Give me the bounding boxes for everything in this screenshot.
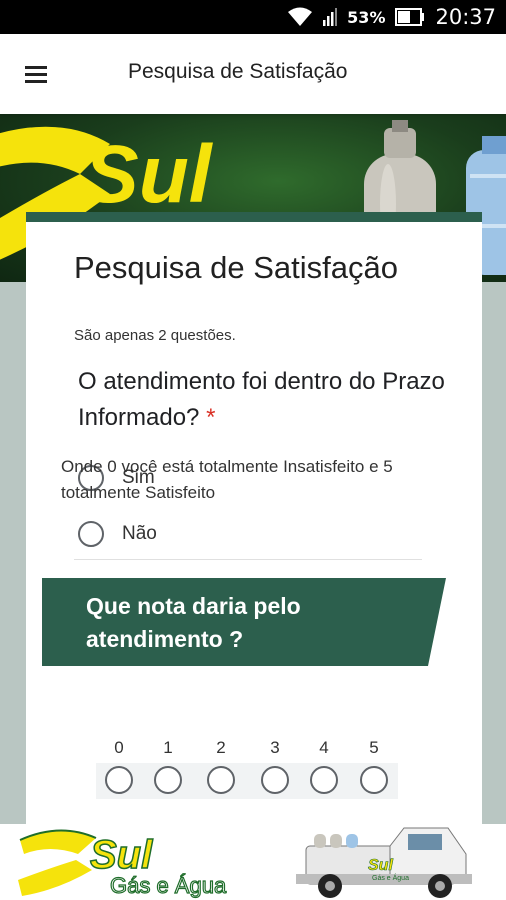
wifi-icon [288, 7, 313, 26]
scale-label-2: 2 [216, 738, 226, 757]
form-card: Pesquisa de Satisfação São apenas 2 ques… [26, 212, 482, 824]
scale-radio-1[interactable] [154, 766, 182, 794]
battery-icon [395, 8, 425, 26]
section-header: Que nota daria pelo atendimento ? [42, 578, 446, 666]
form-title: Pesquisa de Satisfação [74, 250, 398, 285]
app-bar-title: Pesquisa de Satisfação [128, 60, 348, 83]
section-title: Que nota daria pelo atendimento ? [86, 593, 301, 652]
question-title: O atendimento foi dentro do Prazo Inform… [78, 364, 448, 436]
app-bar: Pesquisa de Satisfação [0, 34, 506, 114]
banner-brand-text: Sul [84, 129, 214, 220]
footer-brand-text: Sul [90, 833, 153, 877]
truck-logo-subtext: Gás e Água [372, 873, 409, 882]
truck-logo-text: Sul [368, 857, 393, 874]
required-asterisk: * [206, 404, 216, 431]
option-label: Não [122, 523, 157, 544]
scale-radio-2[interactable] [207, 766, 235, 794]
option-nao[interactable]: Não [78, 521, 157, 547]
scale-label-5: 5 [369, 738, 379, 757]
status-bar: 53% 20:37 [0, 0, 506, 34]
signal-icon [323, 8, 338, 26]
scale-radio-0[interactable] [105, 766, 133, 794]
form-description: São apenas 2 questões. [74, 327, 236, 344]
battery-percent: 53% [347, 7, 386, 27]
scale-radio-3[interactable] [261, 766, 289, 794]
scale-label-3: 3 [270, 738, 280, 757]
delivery-truck-icon: Sul Gás e Água [296, 827, 472, 898]
footer-tagline: Gás e Água [110, 873, 227, 898]
section-description: Onde 0 você está totalmente Insatisfeito… [61, 457, 393, 502]
footer-banner-artwork: Sul Gás e Água Sul Gás e Água [18, 827, 472, 899]
scale-label-1: 1 [163, 738, 173, 757]
question-text: O atendimento foi dentro do Prazo Inform… [78, 368, 445, 431]
scale-radio-4[interactable] [310, 766, 338, 794]
radio-button[interactable] [78, 521, 104, 547]
scale-label-4: 4 [319, 738, 329, 757]
menu-icon[interactable] [22, 61, 52, 87]
scale-radio-5[interactable] [360, 766, 388, 794]
clock: 20:37 [435, 5, 496, 29]
divider [74, 559, 422, 560]
scale-background [96, 763, 398, 799]
footer-banner: Sul Gás e Água Sul Gás e Água [0, 824, 506, 900]
scale-label-0: 0 [114, 738, 124, 757]
